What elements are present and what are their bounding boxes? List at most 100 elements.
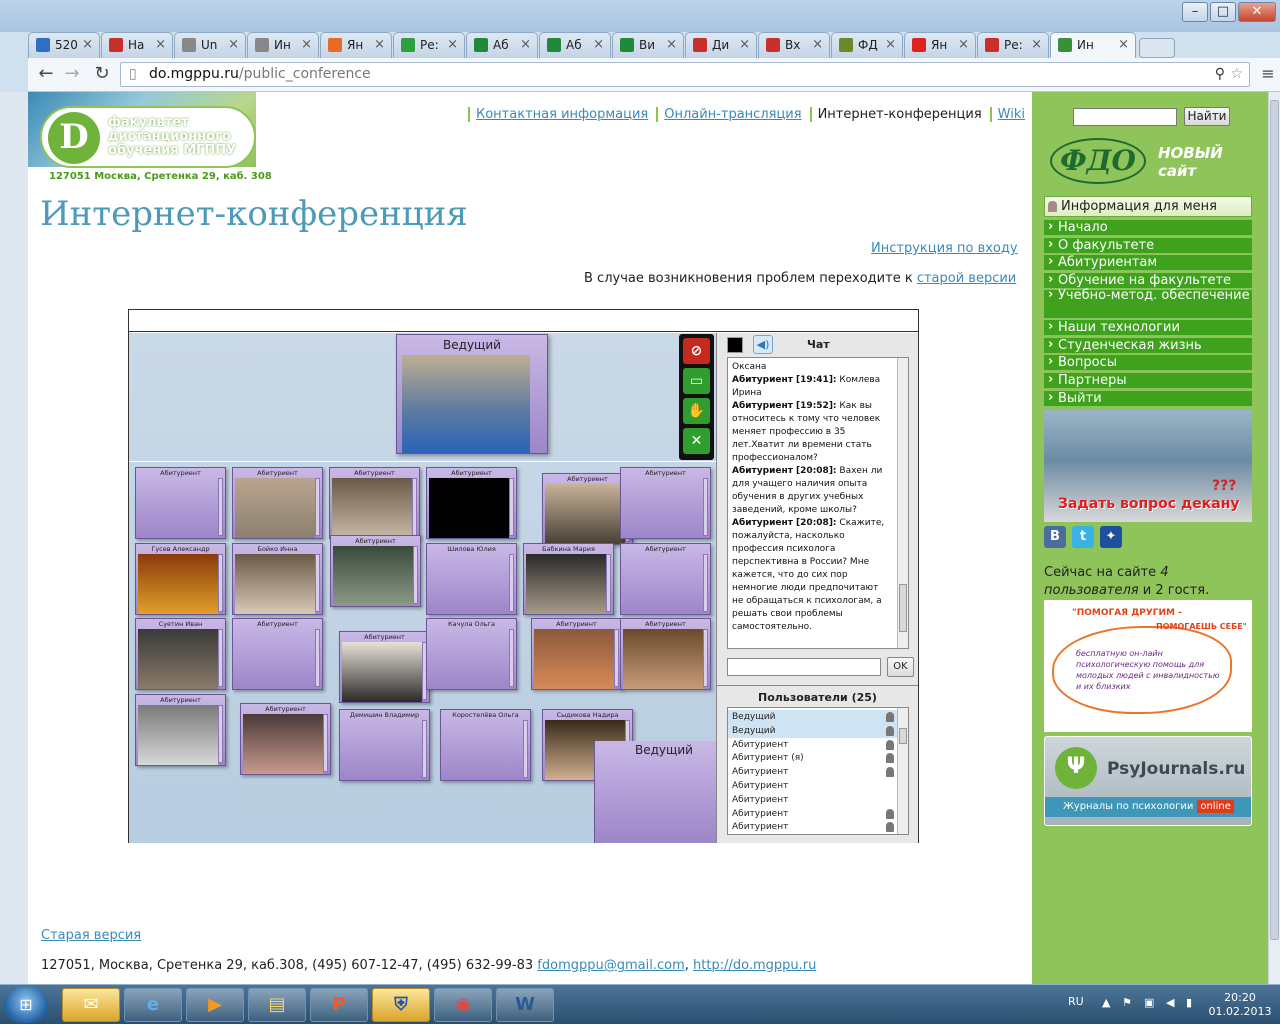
volume-slider[interactable] — [412, 478, 417, 536]
participant-tile[interactable]: Демишин Владимир — [339, 709, 430, 781]
find-button[interactable]: Найти — [1184, 107, 1230, 126]
user-row[interactable]: Абитуриент — [728, 738, 898, 752]
twitter-icon[interactable]: t — [1072, 526, 1094, 548]
participant-tile[interactable]: Абитуриент — [531, 618, 622, 690]
volume-slider[interactable] — [218, 554, 223, 612]
tab-9[interactable]: Ди × — [685, 32, 757, 58]
user-row[interactable]: Абитуриент — [728, 779, 898, 793]
tab-close-icon[interactable]: × — [301, 33, 312, 57]
nav-wiki[interactable]: Wiki — [989, 107, 1031, 122]
tab-0[interactable]: 520 × — [28, 32, 100, 58]
text-color-picker[interactable] — [727, 337, 743, 353]
volume-slider[interactable] — [703, 629, 708, 687]
volume-slider[interactable] — [218, 478, 223, 536]
raise-hand-icon[interactable]: ✋ — [683, 398, 710, 424]
chat-input[interactable] — [727, 658, 881, 676]
participant-tile[interactable]: Абитуриент — [135, 694, 226, 766]
taskbar-outlook-icon[interactable]: ✉ — [62, 988, 120, 1022]
login-instructions-link[interactable]: Инструкция по входу — [871, 241, 1018, 256]
user-row[interactable]: Абитуриент — [728, 793, 898, 807]
back-icon[interactable]: ← — [34, 63, 58, 87]
send-button[interactable]: OK — [887, 657, 914, 677]
participant-tile[interactable]: Абитуриент — [330, 535, 421, 607]
tab-close-icon[interactable]: × — [1118, 33, 1129, 57]
participant-tile[interactable]: Абитуриент — [135, 467, 226, 539]
leader-video-window[interactable]: Ведущий — [396, 334, 548, 454]
participant-tile[interactable]: Абитуриент — [232, 618, 323, 690]
volume-slider[interactable] — [422, 720, 427, 778]
participant-tile[interactable]: Шилова Юлия — [426, 543, 517, 615]
participant-tile[interactable]: Абитуриент — [329, 467, 420, 539]
tab-3[interactable]: Ин × — [247, 32, 319, 58]
taskbar-explorer-icon[interactable]: ▤ — [248, 988, 306, 1022]
footer-url-link[interactable]: http://do.mgppu.ru — [693, 958, 816, 973]
tab-12[interactable]: Ян × — [904, 32, 976, 58]
volume-slider[interactable] — [614, 629, 619, 687]
user-row[interactable]: Абитуриент — [728, 765, 898, 779]
reload-icon[interactable]: ↻ — [90, 63, 114, 87]
tab-7[interactable]: Аб × — [539, 32, 611, 58]
tab-close-icon[interactable]: × — [374, 33, 385, 57]
volume-slider[interactable] — [218, 629, 223, 687]
vkontakte-icon[interactable]: B — [1044, 526, 1066, 548]
taskbar-chrome-icon[interactable]: ◉ — [434, 988, 492, 1022]
psyjournals-banner[interactable]: Ψ PsyJournals.ru Журналы по психологии on… — [1044, 736, 1252, 826]
settings-tools-icon[interactable]: ✕ — [683, 428, 710, 454]
old-version-footer-link[interactable]: Старая версия — [41, 928, 141, 943]
forward-icon[interactable]: → — [60, 63, 84, 87]
user-row[interactable]: Абитуриент (я) — [728, 751, 898, 765]
volume-slider[interactable] — [703, 554, 708, 612]
tab-close-icon[interactable]: × — [593, 33, 604, 57]
language-indicator[interactable]: RU — [1068, 995, 1084, 1008]
taskbar-word-icon[interactable]: W — [496, 988, 554, 1022]
tab-close-icon[interactable]: × — [885, 33, 896, 57]
new-tab-button[interactable] — [1139, 38, 1175, 58]
star-icon[interactable]: ☆ — [1230, 63, 1243, 86]
users-scrollbar[interactable] — [897, 708, 908, 834]
page-scrollbar-thumb[interactable] — [1270, 100, 1279, 940]
user-row[interactable]: Абитуриент — [728, 820, 898, 834]
volume-slider[interactable] — [323, 714, 328, 772]
participant-tile[interactable]: Абитуриент — [232, 467, 323, 539]
volume-slider[interactable] — [509, 478, 514, 536]
user-row[interactable]: Абитуриент — [728, 807, 898, 821]
participant-tile[interactable]: Суетин Иван — [135, 618, 226, 690]
taskbar-security-icon[interactable]: ⛨ — [372, 988, 430, 1022]
sidebar-menu-item[interactable]: Вопросы — [1044, 354, 1252, 371]
tab-close-icon[interactable]: × — [958, 33, 969, 57]
wrench-icon[interactable]: ≡ — [1256, 63, 1280, 87]
microphone-muted-icon[interactable]: ⊘ — [683, 338, 710, 364]
zoom-icon[interactable]: ⚲ — [1215, 63, 1225, 86]
info-for-me-button[interactable]: Информация для меня — [1044, 196, 1252, 217]
speaker-icon[interactable]: ◀) — [753, 335, 773, 354]
participant-tile[interactable]: Бойко Инна — [232, 543, 323, 615]
participant-tile[interactable]: Коростелёва Ольга — [440, 709, 531, 781]
start-button[interactable]: ⊞ — [4, 987, 48, 1023]
taskbar-ie-icon[interactable]: e — [124, 988, 182, 1022]
tab-close-icon[interactable]: × — [812, 33, 823, 57]
sidebar-menu-item[interactable]: О факультете — [1044, 237, 1252, 254]
volume-slider[interactable] — [315, 629, 320, 687]
tab-1[interactable]: На × — [101, 32, 173, 58]
social-icon[interactable]: ✦ — [1100, 526, 1122, 548]
tray-arrow-icon[interactable]: ▲ — [1102, 996, 1110, 1009]
ask-dean-banner[interactable]: ??? Задать вопрос декану — [1044, 410, 1252, 522]
sidebar-menu-item[interactable]: Абитуриентам — [1044, 254, 1252, 271]
volume-slider[interactable] — [315, 554, 320, 612]
volume-slider[interactable] — [413, 546, 418, 604]
maximize-button[interactable]: □ — [1210, 2, 1236, 22]
tab-11[interactable]: ФД × — [831, 32, 903, 58]
chat-scrollbar[interactable] — [897, 358, 908, 648]
site-search-input[interactable] — [1073, 108, 1177, 126]
tab-5[interactable]: Ре: × — [393, 32, 465, 58]
participant-tile[interactable]: Абитуриент — [620, 618, 711, 690]
tab-close-icon[interactable]: × — [666, 33, 677, 57]
help-banner[interactable]: "ПОМОГАЯ ДРУГИМ - ПОМОГАЕШЬ СЕБЕ" беспла… — [1044, 600, 1252, 732]
sidebar-menu-item[interactable]: Партнеры — [1044, 372, 1252, 389]
tab-close-icon[interactable]: × — [1031, 33, 1042, 57]
volume-slider[interactable] — [509, 554, 514, 612]
footer-email-link[interactable]: fdomgppu@gmail.com — [537, 958, 684, 973]
nav-broadcast[interactable]: Онлайн-трансляция — [656, 107, 808, 122]
action-center-icon[interactable]: ▣ — [1144, 996, 1154, 1009]
sidebar-menu-item[interactable]: Выйти — [1044, 390, 1252, 407]
